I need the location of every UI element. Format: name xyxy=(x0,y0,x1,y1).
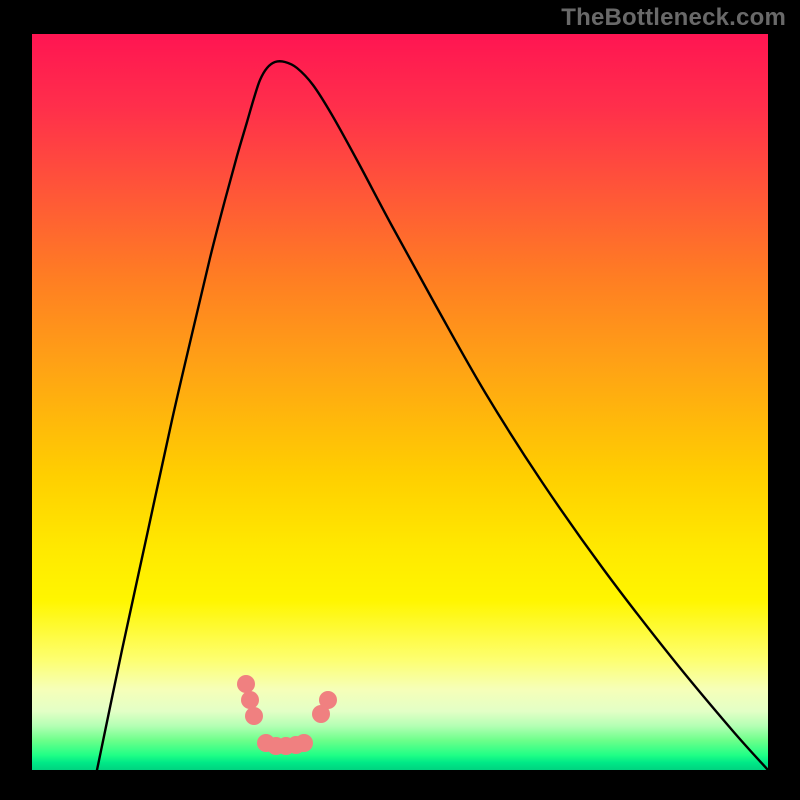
highlight-dot xyxy=(245,707,263,725)
highlight-dot xyxy=(319,691,337,709)
highlight-markers xyxy=(237,675,337,755)
chart-overlay xyxy=(32,34,768,770)
plot-area xyxy=(32,34,768,770)
curve-line xyxy=(97,61,768,770)
watermark-text: TheBottleneck.com xyxy=(561,4,786,32)
chart-frame: TheBottleneck.com xyxy=(0,0,800,800)
highlight-dot xyxy=(237,675,255,693)
highlight-dot xyxy=(295,734,313,752)
highlight-dot xyxy=(241,691,259,709)
